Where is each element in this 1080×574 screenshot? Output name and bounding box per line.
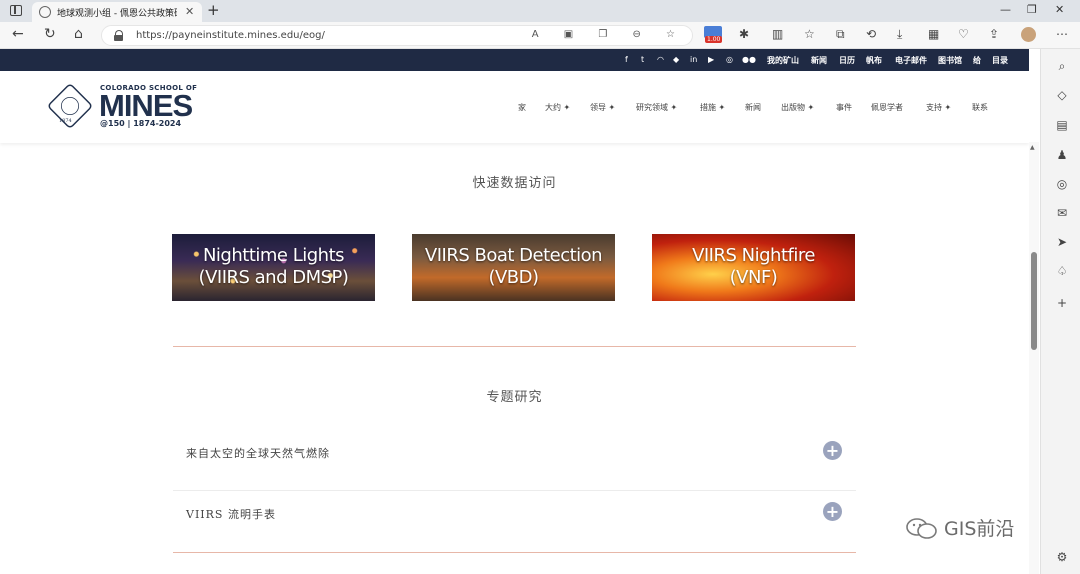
card-title: VIIRS Boat Detection — [424, 245, 603, 266]
downloads-icon[interactable]: ⤓ — [897, 27, 902, 42]
nav-news[interactable]: 新闻 — [745, 102, 761, 113]
nav-home[interactable]: 家 — [518, 102, 526, 113]
notification-icon[interactable]: ♤ — [1054, 263, 1070, 279]
history-icon[interactable]: ⟲ — [866, 27, 876, 41]
close-window-icon[interactable]: ✕ — [1055, 3, 1064, 16]
instagram-icon[interactable]: ◎ — [726, 55, 733, 64]
add-sidebar-app-icon[interactable]: + — [1054, 295, 1070, 311]
address-bar: ← ↻ ⌂ https://payneinstitute.mines.edu/e… — [0, 22, 1080, 49]
collections-icon[interactable]: ⧉ — [836, 27, 845, 42]
top-link-email[interactable]: 电子邮件 — [895, 55, 927, 66]
scroll-thumb[interactable] — [1031, 252, 1037, 350]
send-icon[interactable]: ➤ — [1054, 234, 1070, 250]
facebook-icon[interactable]: f — [625, 55, 628, 64]
extension-badge: 1.00 — [705, 36, 723, 43]
browser-essentials-icon[interactable]: ♡ — [958, 27, 969, 41]
section-divider — [173, 346, 856, 347]
card-title: Nighttime Lights — [202, 245, 345, 266]
url-action-icons[interactable]: A ▣ ❐ ⊖ ☆ — [532, 29, 686, 40]
top-link-my-mines[interactable]: 我的矿山 — [767, 55, 799, 66]
home-icon[interactable]: ⌂ — [74, 26, 83, 42]
nav-initiatives[interactable]: 措施 ✦ — [700, 102, 725, 113]
site-header: 1874 COLORADO SCHOOL OF MINES @150 | 187… — [0, 71, 1029, 143]
url-text: https://payneinstitute.mines.edu/eog/ — [136, 30, 325, 41]
tag-icon[interactable]: ◇ — [1054, 87, 1070, 103]
tab-title: 地球观测小组 - 佩恩公共政策研究所 — [57, 9, 177, 19]
logo-tagline: @150 | 1874-2024 — [100, 119, 182, 128]
card-subtitle: (VIIRS and DMSP) — [198, 267, 349, 288]
maximize-icon[interactable]: ❐ — [1027, 3, 1037, 16]
sidebar-settings-icon[interactable]: ⚙ — [1054, 549, 1070, 565]
profile-avatar[interactable] — [1021, 27, 1036, 42]
top-link-library[interactable]: 图书馆 — [938, 55, 962, 66]
nav-events[interactable]: 事件 — [836, 102, 852, 113]
twitter-icon[interactable]: t — [641, 55, 644, 64]
outlook-icon[interactable]: ✉ — [1054, 205, 1070, 221]
card-boat-detection[interactable]: VIIRS Boat Detection (VBD) — [412, 234, 615, 301]
share-icon[interactable]: ⇪ — [989, 27, 999, 41]
wechat-watermark-icon — [906, 518, 937, 539]
search-icon[interactable]: ⌕ — [1054, 58, 1070, 74]
utility-bar: f t ◠ ◆ in ▶ ◎ ●● 我的矿山 新闻 日历 帆布 电子邮件 图书馆… — [0, 49, 1029, 71]
nav-payne-scholars[interactable]: 佩恩学者 — [871, 102, 903, 113]
card-subtitle: (VBD) — [488, 267, 539, 288]
top-link-calendar[interactable]: 日历 — [839, 55, 855, 66]
nav-contact[interactable]: 联系 — [972, 102, 988, 113]
extensions-puzzle-icon[interactable]: ✱ — [739, 27, 749, 41]
linkedin-icon[interactable]: in — [690, 55, 697, 64]
browser-sidebar: ⌕ ◇ ▤ ♟ ◎ ✉ ➤ ♤ + ⚙ — [1040, 49, 1080, 574]
quick-data-title: 快速数据访问 — [472, 176, 557, 191]
expand-plus-icon[interactable]: + — [823, 502, 842, 521]
nav-research-areas[interactable]: 研究领域 ✦ — [636, 102, 677, 113]
card-subtitle: (VNF) — [729, 267, 778, 288]
accordion-label: 来自太空的全球天然气燃除 — [186, 447, 330, 460]
browser-tab-strip: 地球观测小组 - 佩恩公共政策研究所 ✕ + — ❐ ✕ — [0, 0, 1080, 22]
scroll-up-icon[interactable]: ▲ — [1030, 144, 1035, 151]
more-menu-icon[interactable]: ⋯ — [1056, 27, 1068, 41]
minimize-icon[interactable]: — — [1000, 3, 1011, 16]
tab-close-icon[interactable]: ✕ — [185, 5, 194, 18]
expand-plus-icon[interactable]: + — [823, 441, 842, 460]
watermark-text: GIS前沿 — [944, 518, 1015, 540]
flickr-icon[interactable]: ●● — [742, 55, 756, 64]
back-icon[interactable]: ← — [12, 26, 24, 42]
lock-icon[interactable] — [114, 30, 123, 41]
top-link-directory[interactable]: 目录 — [992, 55, 1008, 66]
refresh-icon[interactable]: ↻ — [44, 26, 56, 42]
copilot-icon[interactable]: ◎ — [1054, 176, 1070, 192]
section-divider — [173, 552, 856, 553]
card-title: VIIRS Nightfire — [692, 245, 815, 266]
tab-favicon-icon — [39, 6, 51, 18]
youtube-icon[interactable]: ▶ — [708, 55, 714, 64]
url-field[interactable]: https://payneinstitute.mines.edu/eog/ A … — [101, 25, 693, 46]
card-nighttime-lights[interactable]: Nighttime Lights (VIIRS and DMSP) — [172, 234, 375, 301]
top-link-give[interactable]: 给 — [973, 55, 981, 66]
page-scrollbar[interactable] — [1029, 142, 1039, 574]
snapchat-icon[interactable]: ◆ — [673, 55, 679, 64]
page-viewport: f t ◠ ◆ in ▶ ◎ ●● 我的矿山 新闻 日历 帆布 电子邮件 图书馆… — [0, 49, 1029, 574]
top-link-canvas[interactable]: 帆布 — [866, 55, 882, 66]
favorites-icon[interactable]: ☆ — [804, 27, 815, 41]
accordion-label: VIIRS 流明手表 — [186, 508, 276, 521]
tools-icon[interactable]: ▤ — [1054, 117, 1070, 133]
tab-actions-icon[interactable] — [10, 5, 22, 16]
top-link-news[interactable]: 新闻 — [811, 55, 827, 66]
seal-year: 1874 — [59, 118, 72, 124]
logo-wordmark[interactable]: MINES — [99, 90, 193, 121]
new-tab-icon[interactable]: + — [207, 1, 220, 19]
browser-tab[interactable]: 地球观测小组 - 佩恩公共政策研究所 ✕ — [32, 2, 202, 22]
topics-title: 专题研究 — [486, 390, 543, 405]
accordion-item-gas-flaring[interactable]: 来自太空的全球天然气燃除 + — [173, 429, 856, 491]
games-icon[interactable]: ♟ — [1054, 147, 1070, 163]
card-nightfire[interactable]: VIIRS Nightfire (VNF) — [652, 234, 855, 301]
nav-about[interactable]: 大约 ✦ — [545, 102, 570, 113]
nav-support[interactable]: 支持 ✦ — [926, 102, 951, 113]
split-screen-icon[interactable]: ▥ — [772, 27, 783, 41]
apps-icon[interactable]: ▦ — [928, 27, 939, 41]
nav-leadership[interactable]: 领导 ✦ — [590, 102, 615, 113]
extension-icon[interactable]: 1.00 — [704, 26, 723, 44]
rss-icon[interactable]: ◠ — [657, 55, 664, 64]
accordion-item-lumen-watch[interactable]: VIIRS 流明手表 + — [173, 491, 856, 553]
nav-publications[interactable]: 出版物 ✦ — [781, 102, 814, 113]
